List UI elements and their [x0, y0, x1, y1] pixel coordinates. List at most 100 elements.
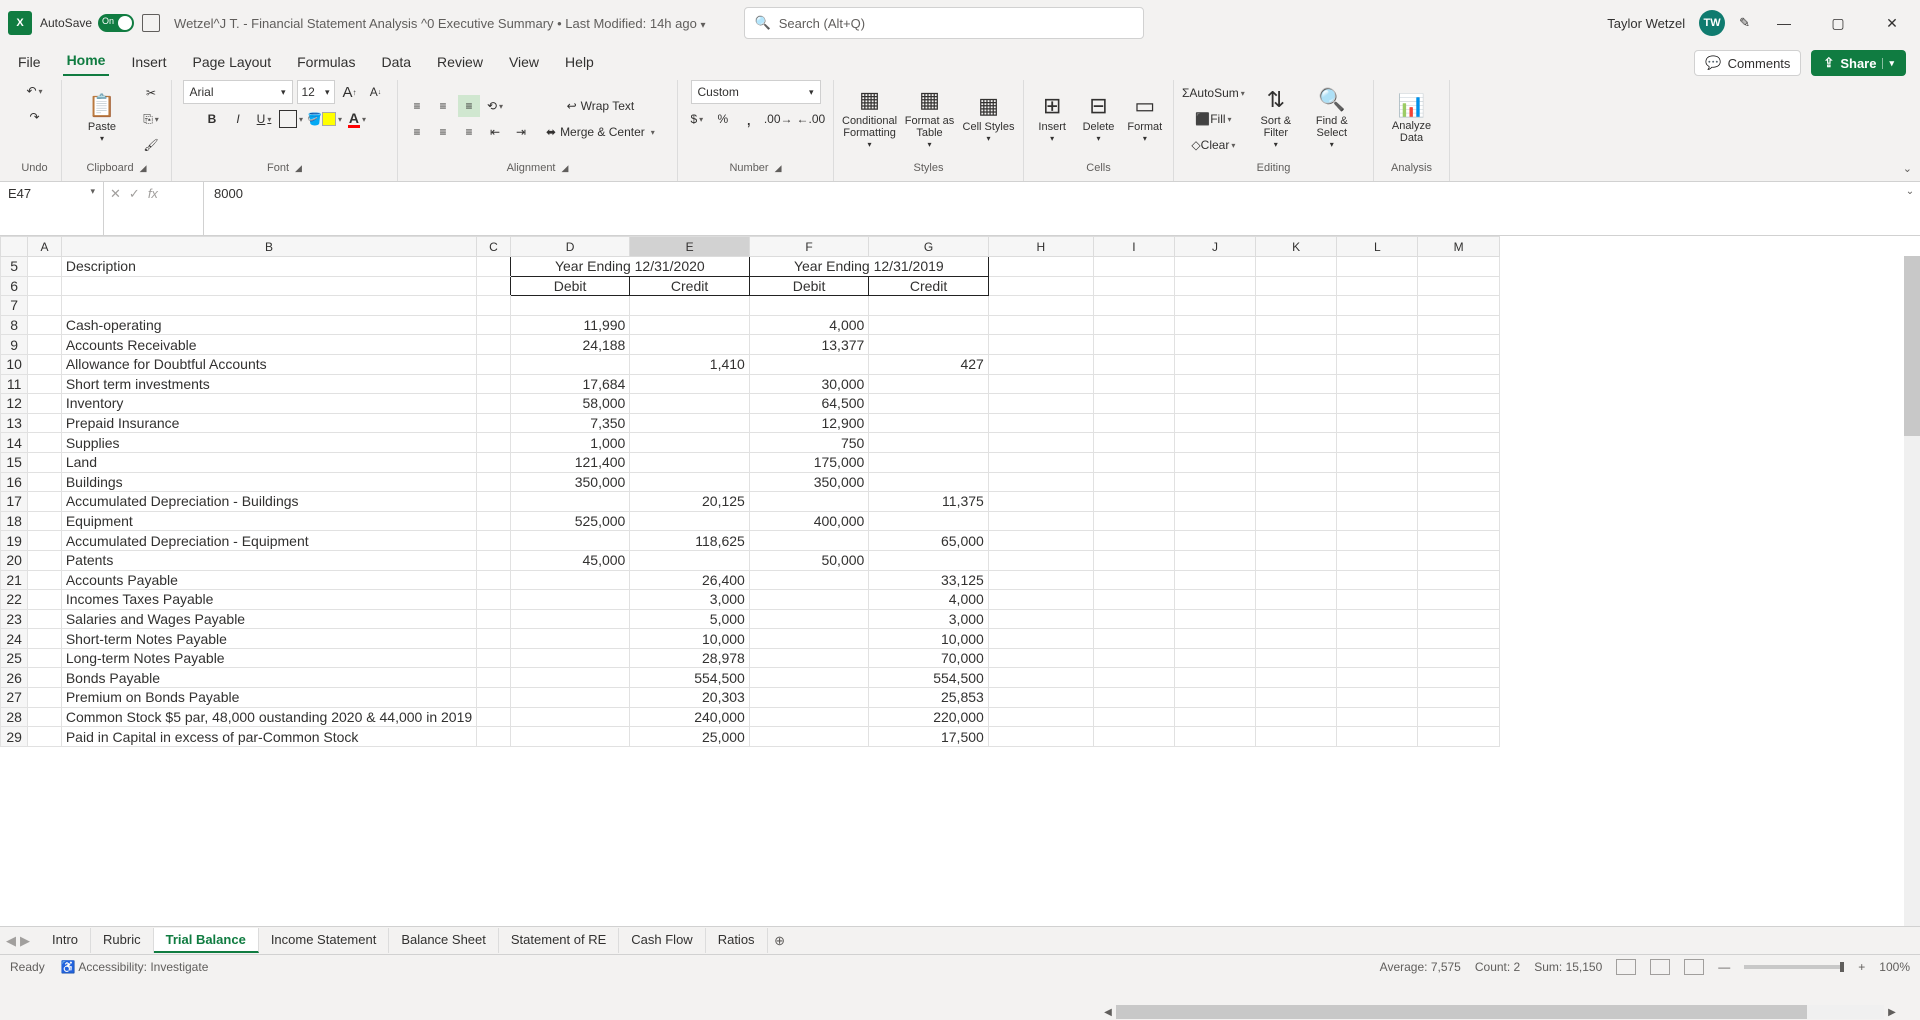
cell-E27[interactable]: 20,303 — [630, 688, 750, 708]
cell-B28[interactable]: Common Stock $5 par, 48,000 oustanding 2… — [61, 707, 476, 727]
col-header-B[interactable]: B — [61, 237, 476, 257]
cell-B7[interactable] — [61, 296, 476, 316]
cell-K24[interactable] — [1256, 629, 1337, 649]
cell-K10[interactable] — [1256, 354, 1337, 374]
cell-D29[interactable] — [510, 727, 629, 747]
cell-H26[interactable] — [988, 668, 1093, 688]
cell-K23[interactable] — [1256, 609, 1337, 629]
cell-F6[interactable]: Debit — [749, 276, 868, 296]
cell-H8[interactable] — [988, 315, 1093, 335]
cell-B17[interactable]: Accumulated Depreciation - Buildings — [61, 492, 476, 512]
cell-M18[interactable] — [1418, 511, 1500, 531]
cell-A10[interactable] — [28, 354, 62, 374]
cell-J25[interactable] — [1174, 648, 1255, 668]
cell-K22[interactable] — [1256, 590, 1337, 610]
cell-C21[interactable] — [477, 570, 511, 590]
cell-I16[interactable] — [1093, 472, 1174, 492]
border-button[interactable] — [279, 108, 303, 130]
cell-G16[interactable] — [869, 472, 989, 492]
cell-G13[interactable] — [869, 413, 989, 433]
row-header-28[interactable]: 28 — [1, 707, 28, 727]
row-header-16[interactable]: 16 — [1, 472, 28, 492]
cell-H29[interactable] — [988, 727, 1093, 747]
tab-review[interactable]: Review — [433, 50, 487, 76]
horizontal-scrollbar[interactable]: ◀ ▶ — [1100, 1004, 1900, 1020]
row-header-26[interactable]: 26 — [1, 668, 28, 688]
cell-I11[interactable] — [1093, 374, 1174, 394]
cell-K20[interactable] — [1256, 550, 1337, 570]
cell-F25[interactable] — [749, 648, 868, 668]
cell-L5[interactable] — [1337, 257, 1418, 277]
cell-A26[interactable] — [28, 668, 62, 688]
align-middle-button[interactable]: ≡ — [432, 95, 454, 117]
cell-G24[interactable]: 10,000 — [869, 629, 989, 649]
row-header-8[interactable]: 8 — [1, 315, 28, 335]
cell-B11[interactable]: Short term investments — [61, 374, 476, 394]
copy-button[interactable]: ⎘ — [140, 108, 162, 130]
cell-C15[interactable] — [477, 452, 511, 472]
tab-data[interactable]: Data — [377, 50, 415, 76]
cell-C26[interactable] — [477, 668, 511, 688]
cell-L8[interactable] — [1337, 315, 1418, 335]
cell-E6[interactable]: Credit — [630, 276, 750, 296]
cell-J28[interactable] — [1174, 707, 1255, 727]
clear-button[interactable]: ◇ Clear — [1182, 134, 1245, 156]
cell-L28[interactable] — [1337, 707, 1418, 727]
cell-K9[interactable] — [1256, 335, 1337, 355]
cell-B29[interactable]: Paid in Capital in excess of par-Common … — [61, 727, 476, 747]
cell-B21[interactable]: Accounts Payable — [61, 570, 476, 590]
cell-D25[interactable] — [510, 648, 629, 668]
zoom-in-button[interactable]: + — [1858, 960, 1865, 974]
cell-I24[interactable] — [1093, 629, 1174, 649]
increase-font-button[interactable]: A↑ — [339, 81, 361, 103]
sheet-tab-ratios[interactable]: Ratios — [706, 928, 768, 953]
cell-E19[interactable]: 118,625 — [630, 531, 750, 551]
number-format-select[interactable]: Custom▾ — [691, 80, 821, 104]
cell-K21[interactable] — [1256, 570, 1337, 590]
cell-M9[interactable] — [1418, 335, 1500, 355]
cell-K13[interactable] — [1256, 413, 1337, 433]
cell-I27[interactable] — [1093, 688, 1174, 708]
cell-H25[interactable] — [988, 648, 1093, 668]
tab-home[interactable]: Home — [63, 48, 110, 76]
alignment-launcher-icon[interactable]: ◢ — [562, 163, 569, 174]
cell-I14[interactable] — [1093, 433, 1174, 453]
cell-M24[interactable] — [1418, 629, 1500, 649]
cell-G12[interactable] — [869, 394, 989, 414]
accessibility-status[interactable]: ♿ Accessibility: Investigate — [61, 960, 209, 974]
minimize-button[interactable]: — — [1764, 7, 1804, 39]
cell-A5[interactable] — [28, 257, 62, 277]
cell-E24[interactable]: 10,000 — [630, 629, 750, 649]
cell-M23[interactable] — [1418, 609, 1500, 629]
row-header-22[interactable]: 22 — [1, 590, 28, 610]
cell-M10[interactable] — [1418, 354, 1500, 374]
cell-L29[interactable] — [1337, 727, 1418, 747]
cell-H14[interactable] — [988, 433, 1093, 453]
cell-C17[interactable] — [477, 492, 511, 512]
cell-I20[interactable] — [1093, 550, 1174, 570]
cell-styles-button[interactable]: ▦Cell Styles▾ — [962, 81, 1015, 157]
cell-J7[interactable] — [1174, 296, 1255, 316]
cell-M19[interactable] — [1418, 531, 1500, 551]
cell-C6[interactable] — [477, 276, 511, 296]
cell-L23[interactable] — [1337, 609, 1418, 629]
cell-B14[interactable]: Supplies — [61, 433, 476, 453]
sheet-tab-balance-sheet[interactable]: Balance Sheet — [389, 928, 499, 953]
vertical-scrollbar[interactable] — [1904, 256, 1920, 926]
col-header-G[interactable]: G — [869, 237, 989, 257]
cell-F28[interactable] — [749, 707, 868, 727]
name-box[interactable]: E47▾ — [0, 182, 104, 235]
cell-I29[interactable] — [1093, 727, 1174, 747]
cell-J27[interactable] — [1174, 688, 1255, 708]
cell-F17[interactable] — [749, 492, 868, 512]
cell-C18[interactable] — [477, 511, 511, 531]
fill-button[interactable]: ⬛ Fill — [1182, 108, 1245, 130]
cell-J17[interactable] — [1174, 492, 1255, 512]
cell-M29[interactable] — [1418, 727, 1500, 747]
cell-G19[interactable]: 65,000 — [869, 531, 989, 551]
cell-E15[interactable] — [630, 452, 750, 472]
cell-M5[interactable] — [1418, 257, 1500, 277]
cell-M7[interactable] — [1418, 296, 1500, 316]
format-painter-button[interactable]: 🖌 — [140, 134, 162, 156]
orientation-button[interactable]: ⟲ — [484, 95, 506, 117]
